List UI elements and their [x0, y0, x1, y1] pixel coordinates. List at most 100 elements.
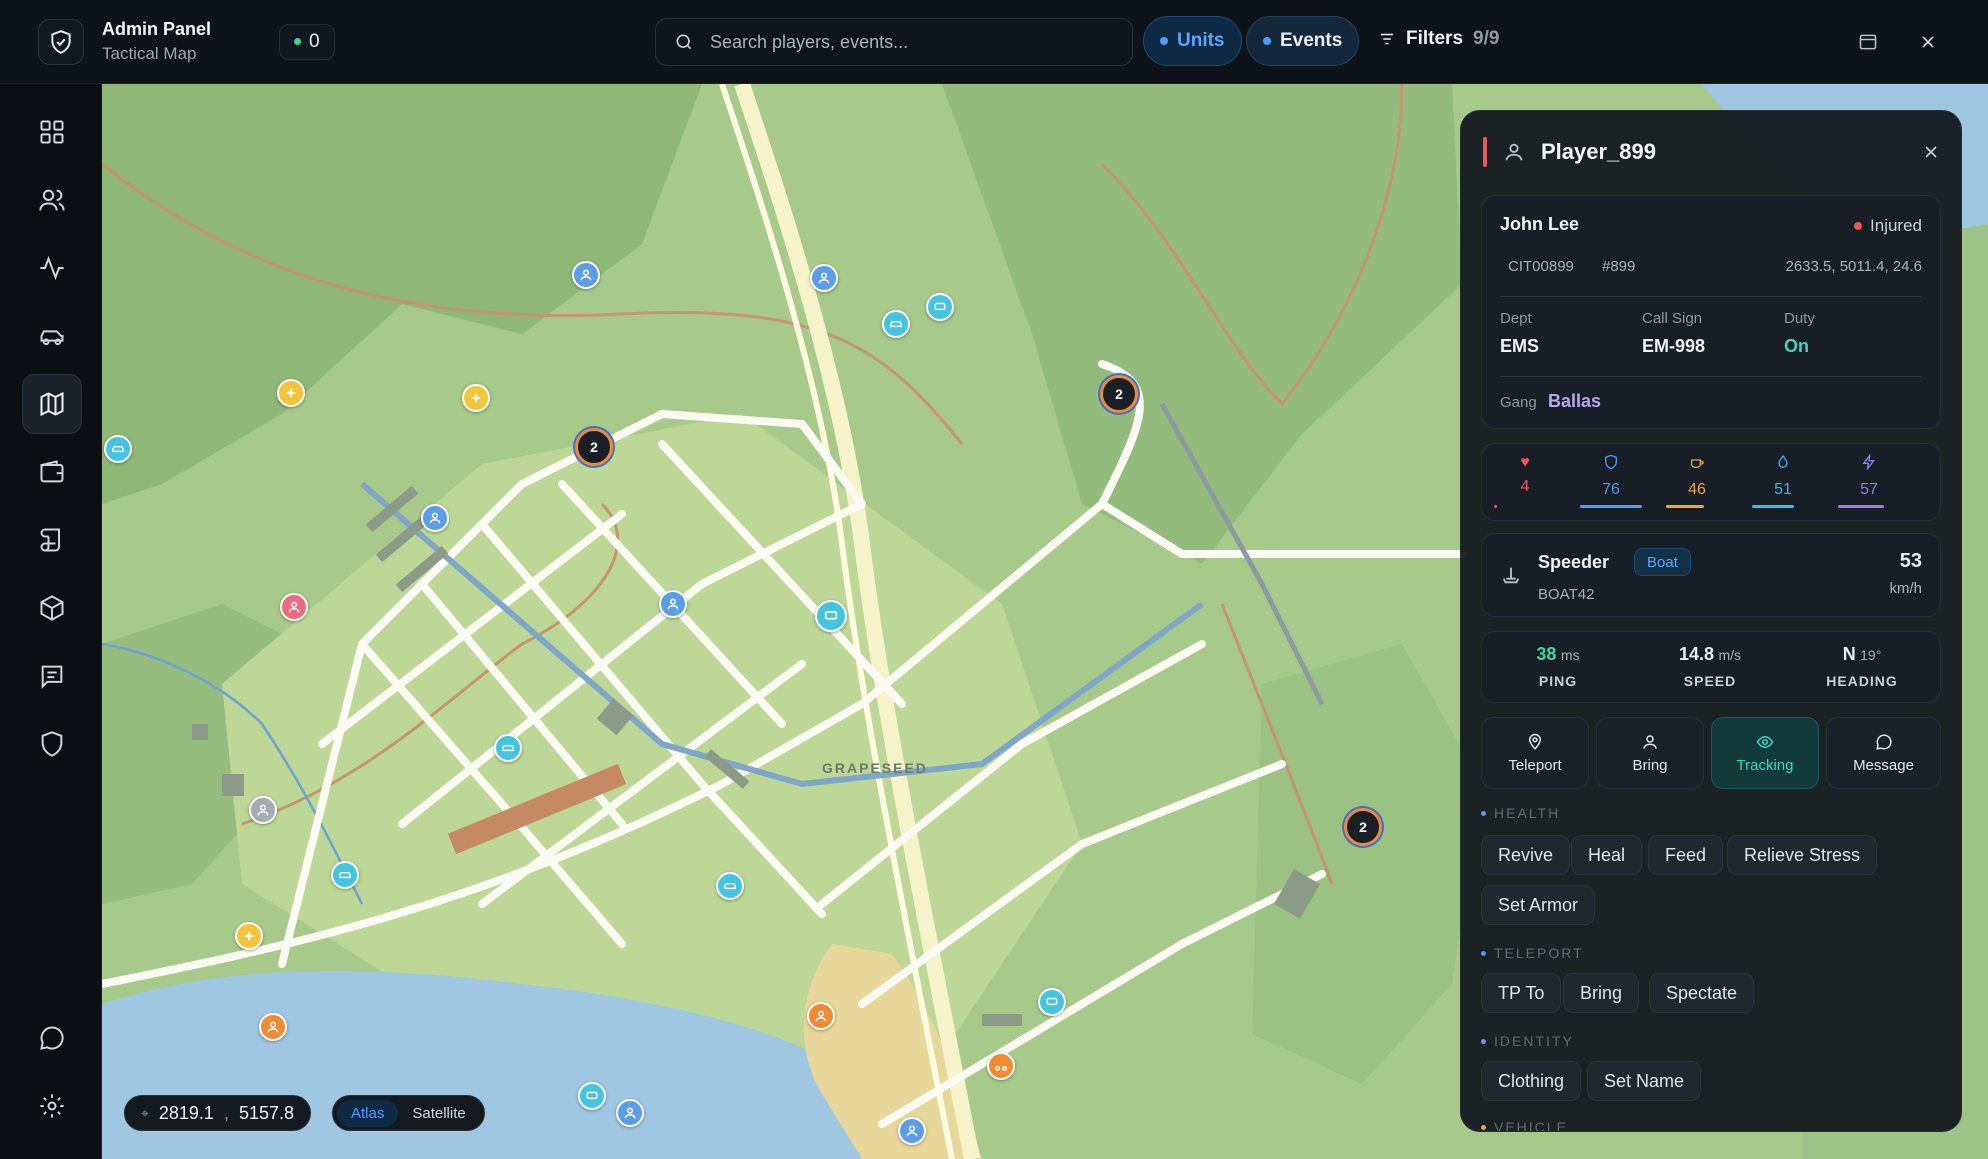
cluster-marker[interactable]: 2 [575, 428, 613, 466]
vehicle-title-text: VEHICLE [1494, 1119, 1568, 1132]
stat-food-value: 46 [1688, 481, 1706, 498]
cluster-marker[interactable]: 2 [1344, 808, 1382, 846]
events-toggle[interactable]: Events [1246, 16, 1360, 66]
vehicle-marker[interactable] [716, 872, 744, 900]
player-marker[interactable] [898, 1117, 926, 1145]
revive-button[interactable]: Revive [1481, 835, 1571, 875]
shield-icon [41, 731, 63, 757]
vehicle-marker[interactable] [494, 734, 522, 762]
player-marker[interactable] [421, 504, 449, 532]
event-marker[interactable] [277, 379, 305, 407]
stat-armor: 76 [1568, 454, 1654, 499]
units-toggle[interactable]: Units [1143, 16, 1242, 66]
sidebar-item-settings[interactable] [22, 1076, 82, 1136]
top-bar: Admin Panel Tactical Map 0 Units Events … [0, 0, 1988, 84]
set-name-button[interactable]: Set Name [1587, 1061, 1702, 1101]
app-subtitle: Tactical Map [102, 43, 197, 63]
layer-satellite-button[interactable]: Satellite [398, 1100, 479, 1127]
person-icon [1505, 143, 1523, 161]
tracking-button[interactable]: Tracking [1711, 717, 1819, 789]
sidebar-item-players[interactable] [22, 170, 82, 230]
player-panel: Player_899 John Lee Injured CIT00899 #89… [1460, 110, 1962, 1132]
sidebar-item-logs[interactable] [22, 646, 82, 706]
message-button[interactable]: Message [1826, 717, 1941, 789]
spectate-button[interactable]: Spectate [1649, 973, 1755, 1013]
player-marker[interactable] [280, 593, 308, 621]
settings-icon [40, 1094, 64, 1118]
armor-icon [1605, 454, 1617, 470]
food-bar [1666, 505, 1704, 508]
coord-separator: , [223, 1102, 229, 1123]
cluster-marker[interactable]: 2 [1100, 375, 1138, 413]
stress-bar [1838, 505, 1884, 508]
set-armor-button[interactable]: Set Armor [1481, 885, 1596, 925]
health-title-text: HEALTH [1494, 805, 1561, 821]
gang-value: Ballas [1548, 391, 1602, 411]
vehicle-marker[interactable] [926, 293, 954, 321]
brand: Admin Panel Tactical Map [38, 18, 212, 65]
sidebar-item-wallet[interactable] [22, 442, 82, 502]
vehicle-marker[interactable] [331, 861, 359, 889]
vehicle-marker[interactable] [104, 435, 132, 463]
tp-to-button[interactable]: TP To [1481, 973, 1562, 1013]
player-marker[interactable] [249, 796, 277, 824]
player-position[interactable]: 2633.5, 5011.4, 24.6 [1785, 258, 1922, 275]
logs-icon [41, 665, 63, 689]
bring-chip-button[interactable]: Bring [1563, 973, 1640, 1013]
sidebar-item-security[interactable] [22, 714, 82, 774]
player-marker[interactable] [572, 261, 600, 289]
bus-icon [586, 1091, 598, 1100]
sidebar [0, 84, 102, 1159]
vehicle-marker[interactable] [987, 1052, 1015, 1080]
scroll-icon [40, 528, 60, 552]
callsign-label: Call Sign [1642, 310, 1703, 327]
person-icon [257, 804, 269, 816]
feed-button[interactable]: Feed [1648, 835, 1724, 875]
close-panel-icon[interactable] [1921, 142, 1941, 162]
teleport-button[interactable]: Teleport [1481, 717, 1589, 789]
search-box[interactable] [655, 18, 1133, 66]
armor-bar [1580, 505, 1642, 508]
status-accent [1483, 137, 1487, 167]
player-marker[interactable] [616, 1099, 644, 1127]
sidebar-item-items[interactable] [22, 578, 82, 638]
player-marker[interactable] [659, 590, 687, 618]
vehicle-marker[interactable] [882, 310, 910, 338]
layer-atlas-button[interactable]: Atlas [337, 1099, 399, 1127]
teleport-title-text: TELEPORT [1494, 945, 1584, 961]
event-marker[interactable] [235, 922, 263, 950]
sidebar-item-map[interactable] [22, 374, 82, 434]
panel-header: Player_899 [1483, 129, 1941, 175]
car-icon [112, 445, 124, 453]
heal-button[interactable]: Heal [1571, 835, 1643, 875]
sidebar-item-records[interactable] [22, 510, 82, 570]
search-input[interactable] [710, 31, 1110, 53]
sidebar-item-dashboard[interactable] [22, 102, 82, 162]
vehicle-marker[interactable] [815, 600, 847, 632]
sidebar-item-chat[interactable] [22, 1008, 82, 1068]
sidebar-item-activity[interactable] [22, 238, 82, 298]
stat-armor-value: 76 [1602, 481, 1620, 498]
relieve-stress-button[interactable]: Relieve Stress [1727, 835, 1878, 875]
bring-button[interactable]: Bring [1596, 717, 1704, 789]
maximize-button[interactable] [1850, 24, 1886, 60]
player-marker[interactable] [807, 1002, 835, 1030]
close-window-button[interactable] [1910, 24, 1946, 60]
filters-button[interactable]: Filters 9/9 [1378, 28, 1499, 50]
player-marker[interactable] [810, 264, 838, 292]
vehicle-speed: 53 [1899, 550, 1922, 572]
car-icon [339, 871, 351, 879]
player-marker[interactable] [259, 1013, 287, 1041]
filters-label: Filters [1406, 28, 1464, 49]
sidebar-item-vehicles[interactable] [22, 306, 82, 366]
app-title: Admin Panel [102, 19, 212, 39]
ping-value: 38 [1536, 644, 1557, 664]
vehicle-marker[interactable] [1038, 988, 1066, 1016]
pin-icon [1528, 733, 1542, 750]
vehicle-marker[interactable] [578, 1082, 606, 1110]
player-stats: ♥ 4 76 46 51 57 [1481, 443, 1941, 521]
stat-stress: 57 [1826, 452, 1912, 499]
online-counter: 0 [279, 23, 335, 60]
event-marker[interactable] [462, 384, 490, 412]
clothing-button[interactable]: Clothing [1481, 1061, 1582, 1101]
